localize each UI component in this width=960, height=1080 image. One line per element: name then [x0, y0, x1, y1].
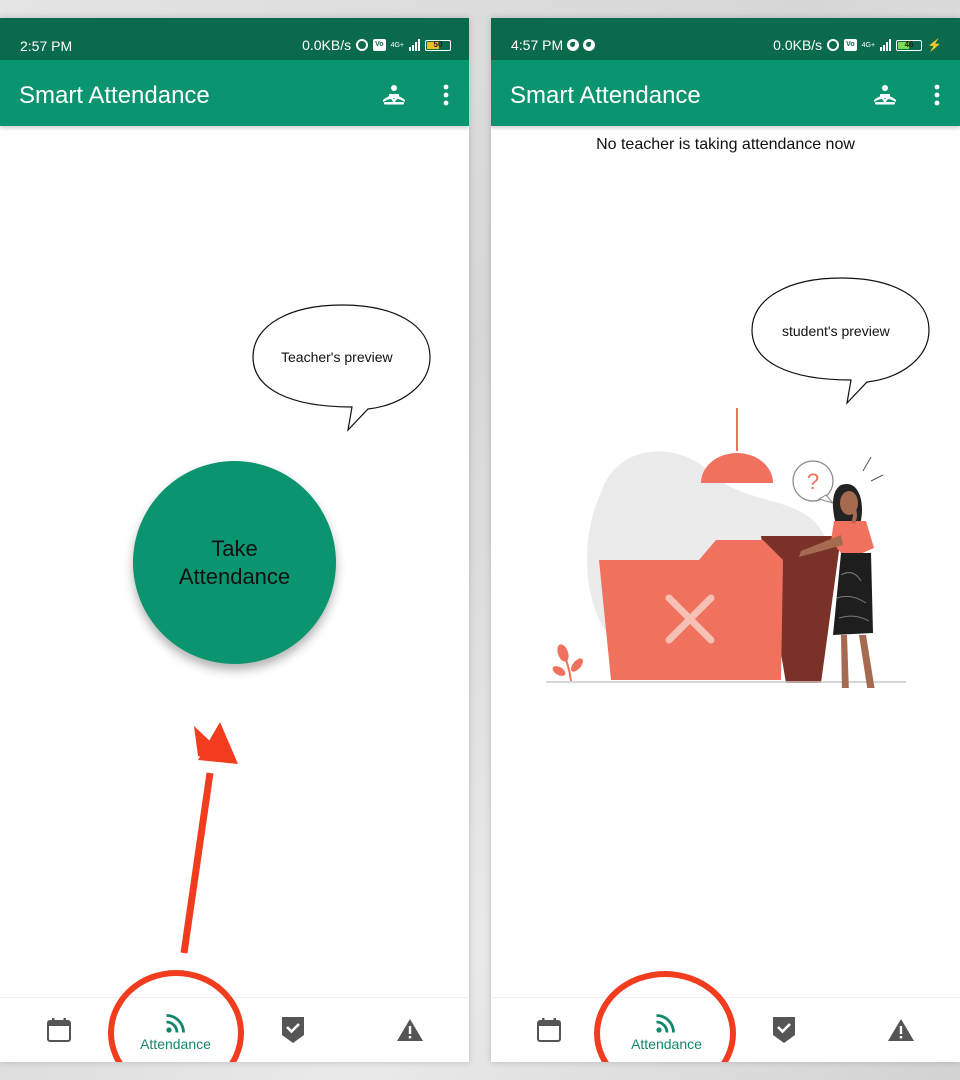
volte-icon: Vo [373, 39, 386, 51]
take-attendance-line2: Attendance [178, 563, 291, 589]
signal-icon [880, 39, 892, 51]
network-speed: 0.0KB/s [773, 37, 823, 53]
shield-check-icon [773, 1017, 795, 1043]
nav-verified[interactable] [725, 998, 842, 1062]
take-attendance-button[interactable]: Take Attendance [133, 461, 336, 664]
battery-level: 50 [433, 39, 443, 49]
alarm-icon [827, 39, 840, 51]
charging-icon: ⚡ [927, 38, 942, 52]
signal-icon [409, 39, 420, 51]
plant-decoration [552, 644, 583, 682]
status-bar: 2:57 PM 0.0KB/s Vo 4G+ 50 [0, 18, 469, 60]
more-options-icon[interactable] [934, 84, 940, 106]
warning-icon [888, 1019, 914, 1041]
take-attendance-line1: Take [211, 535, 258, 561]
speech-bubble [252, 304, 431, 432]
app-bar: Smart Attendance [491, 60, 960, 126]
meditation-icon[interactable] [872, 84, 898, 106]
status-bar: 4:57 PM 0.0KB/s Vo 4G+ 46 ⚡ [491, 18, 960, 60]
teacher-screen: 2:57 PM 0.0KB/s Vo 4G+ 50 Smart Attendan… [0, 18, 469, 1062]
student-screen: 4:57 PM 0.0KB/s Vo 4G+ 46 ⚡ Smart Attend… [491, 18, 960, 1062]
no-teacher-message: No teacher is taking attendance now [596, 136, 855, 153]
warning-icon [397, 1019, 423, 1041]
notification-icon [583, 39, 596, 51]
status-indicators: 0.0KB/s Vo 4G+ 46 ⚡ [773, 37, 942, 53]
nav-alerts[interactable] [842, 998, 960, 1062]
speech-bubble-text: student's preview [782, 323, 890, 339]
red-arrow-annotation [180, 722, 238, 954]
status-time: 2:57 PM [20, 38, 73, 54]
status-time: 4:57 PM [511, 37, 596, 53]
nav-alerts[interactable] [351, 998, 469, 1062]
app-bar: Smart Attendance [0, 60, 469, 126]
meditation-icon[interactable] [381, 84, 407, 106]
battery-icon: 50 [425, 39, 451, 51]
status-indicators: 0.0KB/s Vo 4G+ 50 [302, 37, 451, 53]
red-highlight-circle [108, 970, 244, 1062]
question-mark: ? [807, 469, 819, 494]
nav-verified[interactable] [234, 998, 351, 1062]
nav-calendar[interactable] [0, 998, 117, 1062]
alarm-icon [356, 39, 369, 51]
shield-check-icon [282, 1017, 304, 1043]
app-title: Smart Attendance [510, 82, 701, 109]
battery-icon: 46 [896, 39, 923, 51]
more-options-icon[interactable] [443, 84, 449, 106]
network-type: 4G+ [861, 41, 876, 49]
nav-calendar[interactable] [491, 998, 608, 1062]
lamp-shade [701, 453, 773, 483]
network-speed: 0.0KB/s [302, 37, 352, 53]
speech-bubble-text: Teacher's preview [281, 349, 393, 365]
speech-bubble [751, 277, 930, 405]
red-highlight-circle [594, 971, 736, 1062]
battery-level: 46 [904, 39, 914, 49]
network-type: 4G+ [390, 41, 404, 49]
calendar-icon [47, 1018, 71, 1042]
empty-folder-illustration: ? [546, 408, 906, 688]
folder-front [599, 540, 783, 680]
notification-icon [567, 39, 580, 51]
app-title: Smart Attendance [19, 82, 210, 109]
calendar-icon [537, 1018, 561, 1042]
volte-icon: Vo [844, 39, 857, 51]
